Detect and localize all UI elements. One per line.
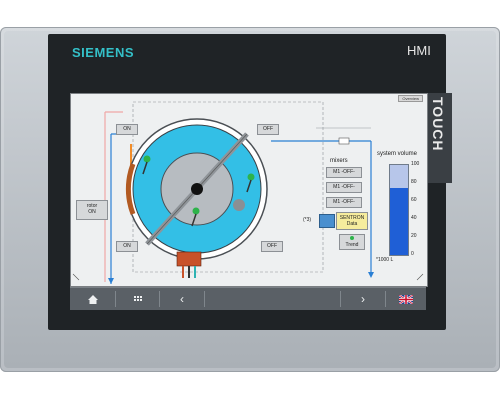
chevron-left-icon: ‹ (180, 292, 184, 306)
volume-tick-label: 20 (411, 233, 417, 239)
hmi-screen: Overview ON rotor ON ON OFF OFF mixers M… (70, 93, 428, 287)
brand-logo: SIEMENS (72, 45, 135, 60)
volume-bar-frame (389, 164, 409, 256)
volume-unit: *1000 L (376, 257, 394, 263)
trend-icon (350, 236, 354, 240)
mixer-status-3[interactable]: M1 -OFF- (326, 197, 362, 208)
next-button[interactable]: › (341, 288, 385, 310)
sentron-icon (319, 214, 335, 228)
menu-button[interactable] (116, 288, 159, 310)
chevron-right-icon: › (361, 292, 365, 306)
valve-icon (338, 137, 350, 145)
volume-fill (390, 187, 408, 255)
touch-side-label: TOUCH (426, 93, 452, 183)
home-button[interactable] (70, 288, 115, 310)
outlet-valve (176, 251, 202, 267)
bottom-on-button[interactable]: ON (116, 241, 138, 252)
grid-menu-icon (133, 296, 142, 302)
rotor-on-button[interactable]: rotor ON (76, 200, 108, 220)
volume-tick-label: 0 (411, 251, 414, 257)
rotor-center (191, 183, 203, 195)
top-off-button[interactable]: OFF (257, 124, 279, 135)
agitator-head (233, 199, 245, 211)
mixers-title: mixers (330, 158, 348, 164)
home-icon (87, 295, 98, 305)
sentron-tag: (*3) (303, 217, 312, 223)
mixer-status-1[interactable]: M1 -OFF- (326, 167, 362, 178)
volume-tick-label: 40 (411, 215, 417, 221)
mixer-status-2[interactable]: M1 -OFF- (326, 182, 362, 193)
volume-tick-label: 100 (411, 161, 420, 167)
top-on-button[interactable]: ON (116, 124, 138, 135)
uk-flag-icon (398, 294, 414, 306)
rotor-on-line2: ON (88, 209, 96, 215)
volume-tick-label: 60 (411, 197, 417, 203)
language-button[interactable] (386, 288, 426, 310)
volume-tick-label: 80 (411, 179, 417, 185)
nav-bar: ‹ › (70, 287, 426, 310)
trend-button[interactable]: Trend (339, 234, 365, 250)
previous-button[interactable]: ‹ (160, 288, 204, 310)
bottom-off-button[interactable]: OFF (261, 241, 283, 252)
model-label: HMI (407, 43, 431, 58)
trend-label: Trend (345, 242, 359, 248)
process-diagram (72, 101, 424, 284)
sentron-data-button[interactable]: SENTRON Data (336, 212, 368, 230)
sentron-line2: Data (346, 221, 358, 227)
system-volume-title: system volume (377, 151, 418, 157)
